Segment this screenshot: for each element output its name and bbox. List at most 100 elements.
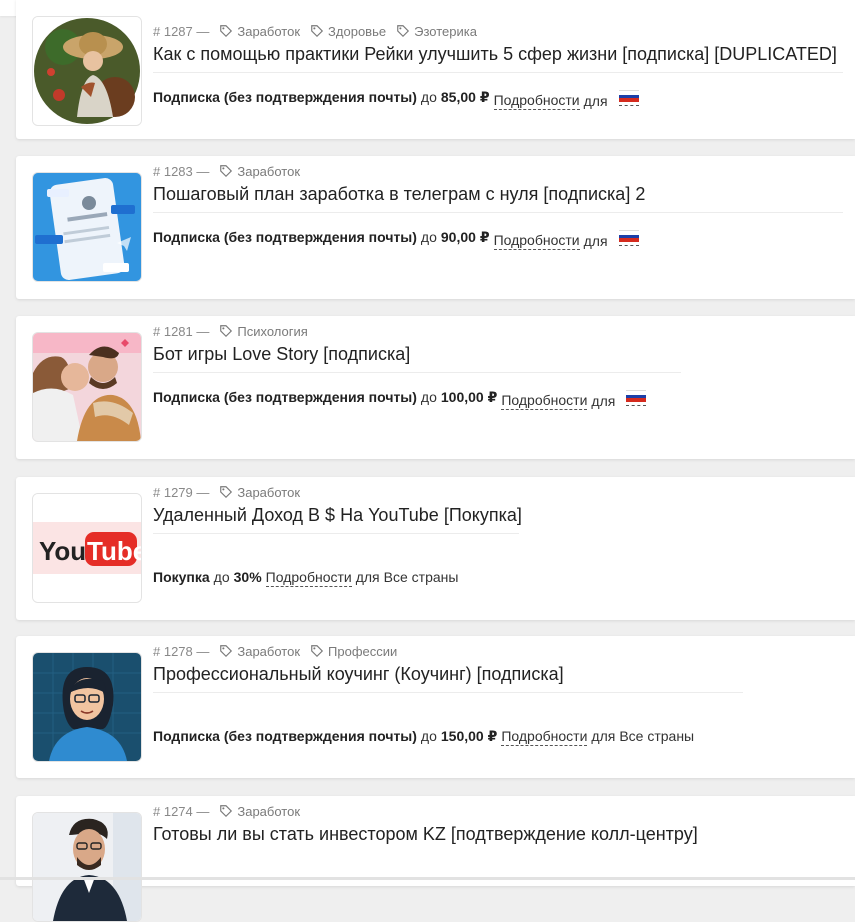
offer-thumbnail[interactable] (32, 812, 142, 922)
offer-title[interactable]: Как с помощью практики Рейки улучшить 5 … (153, 44, 843, 73)
russia-flag-icon[interactable] (618, 230, 639, 246)
tag-link[interactable]: Заработок (219, 644, 300, 659)
payout-for: для (583, 93, 608, 109)
offer-title[interactable]: Пошаговый план заработка в телеграм с ну… (153, 184, 843, 213)
tag-link[interactable]: Психология (219, 323, 308, 339)
payout-type: Подписка (без подтверждения почты) (153, 89, 417, 105)
offer-meta: # 1279 — Заработок (153, 483, 300, 501)
payout-amount: 100,00 ₽ (440, 388, 498, 405)
tag-link[interactable]: Заработок (219, 164, 300, 179)
details-link[interactable]: Подробности (501, 392, 588, 410)
tag-icon (220, 645, 233, 658)
offer-card[interactable]: # 1287 — Заработок Здоровье Эзотерика Ка… (16, 0, 855, 139)
offer-payout: Подписка (без подтверждения почты) до 90… (153, 224, 639, 250)
payout-for: для (355, 569, 380, 585)
payout-amount: 30% (233, 569, 262, 585)
offer-thumbnail[interactable] (32, 332, 142, 442)
tag-link[interactable]: Заработок (219, 804, 300, 819)
man-in-suit-image (33, 813, 141, 921)
offer-meta: # 1283 — Заработок (153, 162, 300, 180)
offer-card[interactable]: # 1281 — Психология Бот игры Love Story … (16, 316, 855, 459)
payout-for: для (591, 728, 616, 744)
youtube-you-text: You (39, 536, 86, 566)
details-link[interactable]: Подробности (493, 232, 580, 250)
offer-id: # 1278 — (153, 643, 210, 659)
tag-label: Заработок (237, 23, 301, 39)
coach-illustration-image (33, 653, 141, 761)
payout-type: Подписка (без подтверждения почты) (153, 229, 417, 245)
offer-thumbnail[interactable] (32, 652, 142, 762)
tag-icon (220, 805, 233, 818)
tag-label: Заработок (237, 484, 301, 500)
details-link[interactable]: Подробности (265, 569, 352, 587)
details-link[interactable]: Подробности (493, 92, 580, 110)
payout-for: для (583, 233, 608, 249)
tag-link[interactable]: Здоровье (310, 24, 386, 39)
offer-id: # 1283 — (153, 163, 210, 179)
tag-icon (220, 25, 233, 38)
offer-title[interactable]: Профессиональный коучинг (Коучинг) [подп… (153, 664, 743, 693)
offer-payout: Подписка (без подтверждения почты) до 85… (153, 84, 639, 110)
tag-link[interactable]: Эзотерика (396, 24, 477, 39)
tag-link[interactable]: Заработок (219, 485, 300, 500)
offer-thumbnail[interactable] (32, 172, 142, 282)
offer-meta: # 1287 — Заработок Здоровье Эзотерика (153, 22, 477, 40)
offer-card[interactable]: # 1278 — Заработок Профессии Профессиона… (16, 636, 855, 778)
payout-region: Все страны (619, 728, 695, 744)
couple-kissing-image (33, 333, 141, 441)
offer-title[interactable]: Бот игры Love Story [подписка] (153, 344, 681, 373)
payout-upto: до (213, 569, 230, 585)
tag-label: Заработок (237, 643, 301, 659)
offer-id: # 1281 — (153, 323, 210, 339)
offer-card[interactable]: You Tube # 1279 — Заработок Удаленный До… (16, 477, 855, 620)
tag-label: Заработок (237, 163, 301, 179)
offer-payout: Подписка (без подтверждения почты) до 10… (153, 384, 647, 410)
tag-icon (220, 325, 233, 338)
offer-thumbnail[interactable] (32, 16, 142, 126)
offer-payout: Покупка до 30% Подробности для Все стран… (153, 567, 458, 587)
payout-for: для (591, 393, 616, 409)
youtube-logo-image: You Tube (33, 494, 141, 602)
offer-id: # 1279 — (153, 484, 210, 500)
offer-thumbnail[interactable]: You Tube (32, 493, 142, 603)
tag-label: Заработок (237, 803, 301, 819)
offer-id: # 1274 — (153, 803, 210, 819)
payout-type: Подписка (без подтверждения почты) (153, 728, 417, 744)
russia-flag-icon[interactable] (626, 390, 647, 406)
payout-upto: до (420, 229, 437, 245)
woman-in-hat-image (33, 17, 141, 125)
tag-label: Профессии (328, 643, 398, 659)
tag-label: Психология (237, 323, 308, 339)
offer-meta: # 1274 — Заработок (153, 802, 300, 820)
payout-amount: 85,00 ₽ (440, 88, 490, 105)
tag-icon (220, 165, 233, 178)
tag-icon (311, 25, 324, 38)
payout-amount: 150,00 ₽ (440, 727, 498, 744)
russia-flag-icon[interactable] (618, 90, 639, 106)
offer-card[interactable]: # 1274 — Заработок Готовы ли вы стать ин… (16, 796, 855, 922)
payout-upto: до (420, 389, 437, 405)
payout-upto: до (420, 728, 437, 744)
offer-payout: Подписка (без подтверждения почты) до 15… (153, 726, 694, 746)
payout-region: Все страны (383, 569, 459, 585)
offer-title[interactable]: Удаленный Доход В $ На YouTube [Покупка] (153, 505, 522, 534)
offer-card[interactable]: # 1283 — Заработок Пошаговый план зарабо… (16, 156, 855, 299)
tag-icon (397, 25, 410, 38)
tag-label: Эзотерика (414, 23, 477, 39)
tag-link[interactable]: Заработок (219, 24, 300, 39)
tag-link[interactable]: Профессии (310, 644, 397, 659)
payout-amount: 90,00 ₽ (440, 228, 490, 245)
offer-meta: # 1278 — Заработок Профессии (153, 642, 397, 660)
payout-upto: до (420, 89, 437, 105)
offer-meta: # 1281 — Психология (153, 322, 308, 340)
payout-type: Покупка (153, 569, 210, 585)
tag-icon (311, 645, 324, 658)
offer-id: # 1287 — (153, 23, 210, 39)
phone-app-image (33, 173, 141, 281)
details-link[interactable]: Подробности (501, 728, 588, 746)
offer-title[interactable]: Готовы ли вы стать инвестором KZ [подтве… (153, 824, 843, 852)
tag-label: Здоровье (328, 23, 387, 39)
youtube-tube-text: Tube (87, 536, 141, 566)
tag-icon (220, 486, 233, 499)
payout-type: Подписка (без подтверждения почты) (153, 389, 417, 405)
